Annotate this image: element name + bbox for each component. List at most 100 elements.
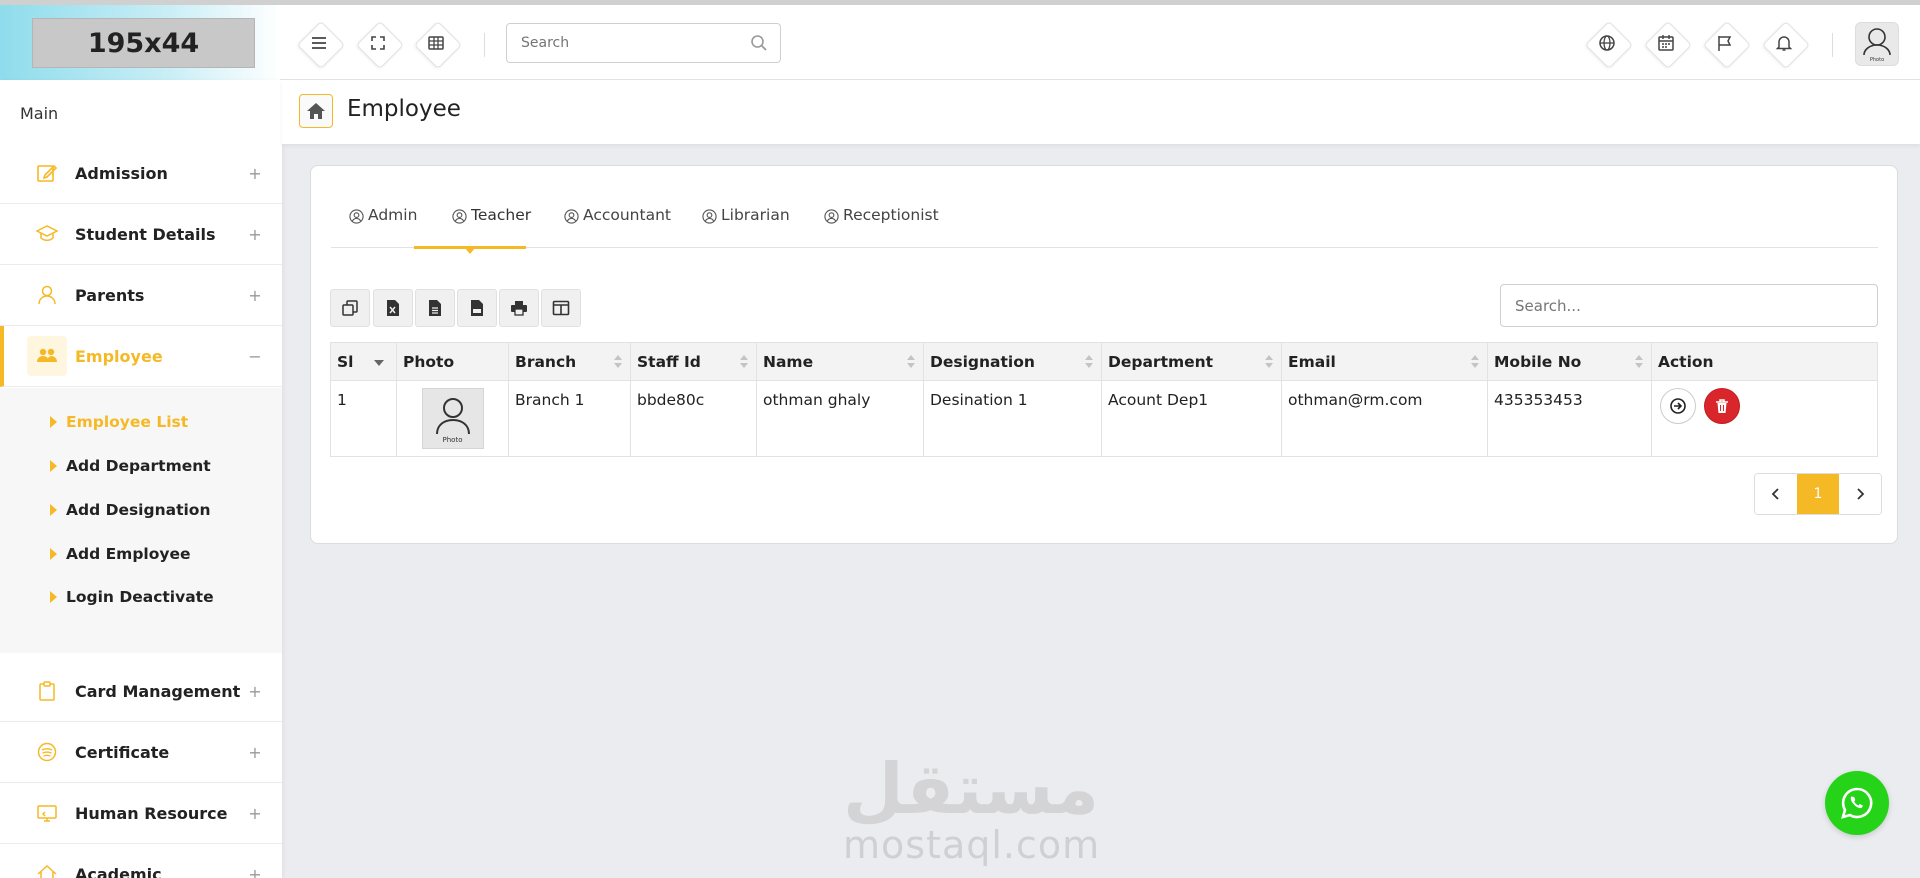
active-tab-notch bbox=[465, 248, 475, 254]
sidebar-item-card-management[interactable]: Card Management + bbox=[0, 661, 282, 722]
delete-button[interactable] bbox=[1704, 388, 1740, 424]
expand-icon[interactable]: + bbox=[248, 164, 262, 183]
graduation-cap-icon bbox=[27, 214, 67, 254]
user-avatar[interactable]: Photo bbox=[1855, 22, 1899, 66]
tab-librarian[interactable]: Librarian bbox=[702, 206, 790, 248]
user-circle-icon bbox=[564, 209, 579, 224]
submenu-label: Add Employee bbox=[66, 545, 191, 563]
sort-desc-icon bbox=[374, 360, 384, 366]
submenu-label: Add Designation bbox=[66, 501, 211, 519]
collapse-icon[interactable]: − bbox=[248, 347, 262, 366]
pagination: 1 bbox=[1754, 473, 1882, 515]
events-button[interactable] bbox=[1702, 20, 1748, 66]
file-text-icon bbox=[429, 300, 441, 316]
global-search-box[interactable] bbox=[506, 23, 781, 63]
employee-panel: Admin Teacher Accountant Librarian Recep… bbox=[310, 165, 1898, 544]
clipboard-icon bbox=[27, 671, 67, 711]
sidebar-item-human-resource[interactable]: Human Resource + bbox=[0, 783, 282, 844]
watermark-arabic: مستقل bbox=[843, 748, 1100, 830]
column-header-sl[interactable]: Sl bbox=[330, 342, 397, 381]
submenu-add-department[interactable]: Add Department bbox=[50, 455, 211, 477]
home-icon bbox=[307, 103, 325, 119]
user-icon bbox=[27, 275, 67, 315]
user-circle-icon bbox=[824, 209, 839, 224]
logo-placeholder[interactable]: 195x44 bbox=[32, 18, 255, 68]
column-header-mobile[interactable]: Mobile No bbox=[1487, 342, 1652, 381]
print-button[interactable] bbox=[499, 289, 539, 327]
sidebar-item-student-details[interactable]: Student Details + bbox=[0, 204, 282, 265]
column-header-designation[interactable]: Designation bbox=[923, 342, 1102, 381]
export-csv-button[interactable] bbox=[415, 289, 455, 327]
column-visibility-button[interactable] bbox=[541, 289, 581, 327]
column-header-branch[interactable]: Branch bbox=[508, 342, 631, 381]
pdf-file-icon bbox=[471, 300, 483, 316]
watermark-latin: mostaql.com bbox=[843, 823, 1101, 867]
sidebar-item-employee[interactable]: Employee − bbox=[0, 326, 282, 387]
sort-icon bbox=[1265, 355, 1273, 369]
sidebar-item-parents[interactable]: Parents + bbox=[0, 265, 282, 326]
sidebar: Main Admission + Student Details + Paren… bbox=[0, 80, 282, 878]
column-header-email[interactable]: Email bbox=[1281, 342, 1488, 381]
calendar-icon bbox=[1658, 35, 1674, 51]
expand-icon[interactable]: + bbox=[248, 743, 262, 762]
language-button[interactable] bbox=[1584, 20, 1630, 66]
global-search-input[interactable] bbox=[507, 24, 727, 62]
tab-accountant[interactable]: Accountant bbox=[564, 206, 671, 248]
notifications-button[interactable] bbox=[1761, 20, 1807, 66]
table-row: 1 Photo Branch 1 bbde80c othman ghaly De… bbox=[330, 380, 1878, 457]
view-profile-button[interactable] bbox=[1660, 388, 1696, 424]
globe-icon bbox=[1599, 35, 1615, 51]
expand-icon[interactable]: + bbox=[248, 682, 262, 701]
sidebar-item-certificate[interactable]: Certificate + bbox=[0, 722, 282, 783]
submenu-login-deactivate[interactable]: Login Deactivate bbox=[50, 586, 214, 608]
home-icon bbox=[27, 854, 67, 878]
tab-label: Accountant bbox=[583, 206, 671, 224]
submenu-employee-list[interactable]: Employee List bbox=[50, 411, 188, 433]
export-excel-button[interactable] bbox=[373, 289, 413, 327]
page-number-current[interactable]: 1 bbox=[1797, 474, 1839, 514]
table-search-input[interactable] bbox=[1500, 284, 1878, 327]
sidebar-item-admission[interactable]: Admission + bbox=[0, 143, 282, 204]
search-icon[interactable] bbox=[750, 34, 768, 52]
sidebar-item-label: Human Resource bbox=[75, 803, 228, 823]
tab-admin[interactable]: Admin bbox=[349, 206, 417, 248]
role-tabs: Admin Teacher Accountant Librarian Recep… bbox=[331, 206, 1878, 254]
expand-icon[interactable]: + bbox=[248, 225, 262, 244]
monitor-icon bbox=[27, 793, 67, 833]
expand-icon[interactable]: + bbox=[248, 865, 262, 878]
home-button[interactable] bbox=[299, 94, 333, 128]
export-pdf-button[interactable] bbox=[457, 289, 497, 327]
tab-teacher[interactable]: Teacher bbox=[452, 206, 531, 248]
sort-icon bbox=[1085, 355, 1093, 369]
copy-button[interactable] bbox=[330, 289, 370, 327]
expand-icon[interactable]: + bbox=[248, 804, 262, 823]
column-header-name[interactable]: Name bbox=[756, 342, 924, 381]
caret-right-icon bbox=[50, 504, 57, 516]
column-header-staff-id[interactable]: Staff Id bbox=[630, 342, 757, 381]
calendar-button[interactable] bbox=[1643, 20, 1689, 66]
column-header-photo: Photo bbox=[396, 342, 509, 381]
expand-icon[interactable]: + bbox=[248, 286, 262, 305]
next-page-button[interactable] bbox=[1839, 474, 1881, 514]
sidebar-item-academic[interactable]: Academic + bbox=[0, 844, 282, 878]
cell-staff-id: bbde80c bbox=[630, 380, 757, 457]
sidebar-item-label: Academic bbox=[75, 864, 162, 878]
sort-icon bbox=[1635, 355, 1643, 369]
chevron-left-icon bbox=[1771, 488, 1779, 500]
column-header-department[interactable]: Department bbox=[1101, 342, 1282, 381]
menu-toggle-button[interactable] bbox=[296, 20, 342, 66]
cell-photo: Photo bbox=[396, 380, 509, 457]
sort-icon bbox=[907, 355, 915, 369]
breadcrumb: Employee bbox=[282, 80, 1920, 144]
submenu-add-designation[interactable]: Add Designation bbox=[50, 499, 211, 521]
cell-designation: Desination 1 bbox=[923, 380, 1102, 457]
whatsapp-button[interactable] bbox=[1825, 771, 1889, 835]
previous-page-button[interactable] bbox=[1755, 474, 1797, 514]
employee-photo: Photo bbox=[421, 388, 484, 449]
tab-receptionist[interactable]: Receptionist bbox=[824, 206, 939, 248]
fullscreen-button[interactable] bbox=[355, 20, 401, 66]
cell-mobile: 435353453 bbox=[1487, 380, 1652, 457]
grid-apps-button[interactable] bbox=[413, 20, 459, 66]
certificate-icon bbox=[27, 732, 67, 772]
submenu-add-employee[interactable]: Add Employee bbox=[50, 543, 191, 565]
